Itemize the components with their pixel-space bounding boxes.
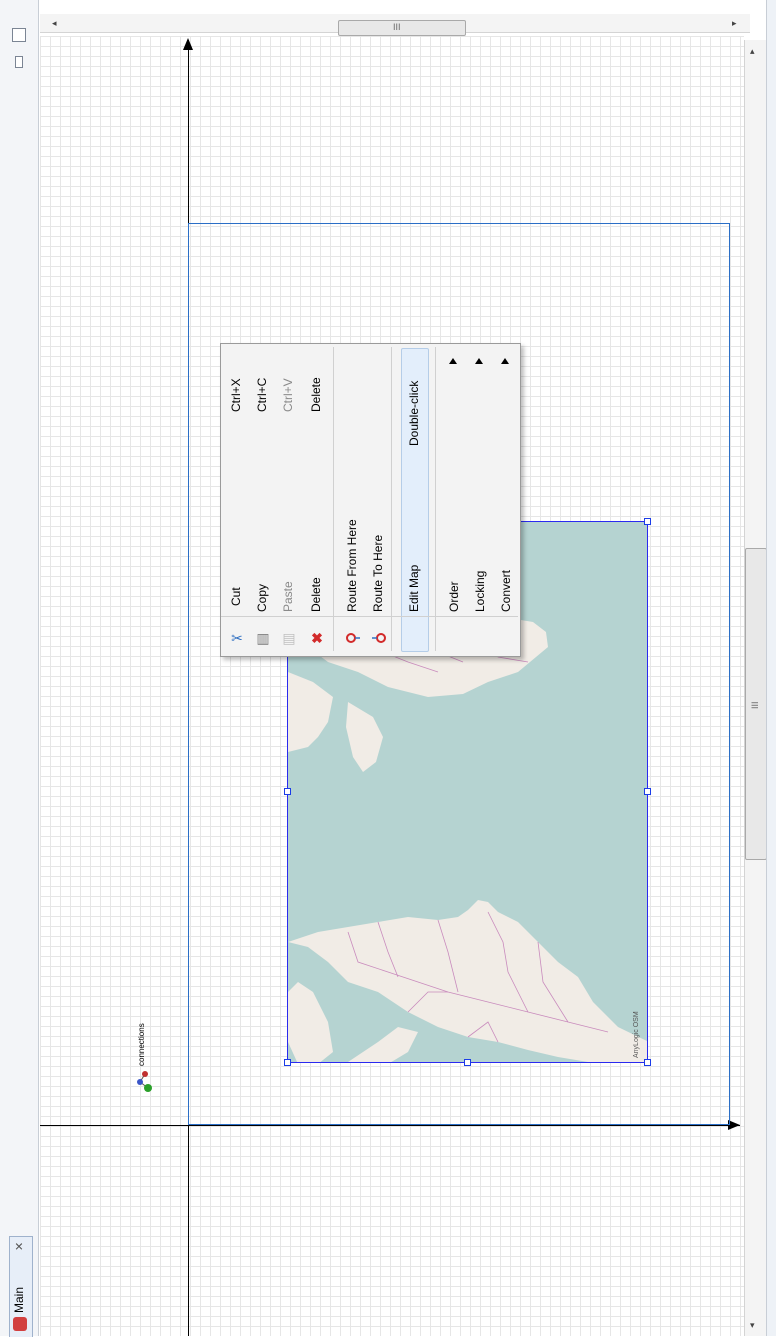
horizontal-scroll-thumb[interactable]: III [338, 20, 466, 36]
resize-handle[interactable] [644, 518, 651, 525]
scissors-icon: ✂ [231, 630, 243, 646]
agent-type-icon [13, 1317, 27, 1331]
resize-handle[interactable] [284, 788, 291, 795]
menu-item-copy-label: Copy [255, 583, 269, 612]
menu-item-convert[interactable]: Convert [495, 344, 519, 654]
menu-item-delete-shortcut: Delete [309, 377, 323, 412]
scroll-grip: III [750, 701, 760, 709]
connections-label[interactable]: connections [137, 1023, 146, 1066]
menu-item-cut-shortcut: Ctrl+X [229, 378, 243, 412]
menu-item-copy-shortcut: Ctrl+C [255, 377, 269, 412]
menu-item-paste[interactable]: ▤ Paste Ctrl+V [277, 344, 301, 654]
scroll-down-arrow-icon[interactable]: ▾ [750, 1320, 755, 1331]
resize-handle[interactable] [644, 788, 651, 795]
menu-item-route-from-here[interactable]: Route From Here [341, 344, 365, 654]
map-attribution: AnyLogic OSM [633, 1011, 640, 1058]
menu-item-paste-shortcut: Ctrl+V [281, 378, 295, 412]
copy-icon: ▥ [256, 630, 270, 646]
close-icon[interactable]: ✕ [13, 1242, 26, 1251]
y-axis-arrow-icon [183, 38, 193, 50]
delete-icon: ✖ [311, 630, 323, 646]
menu-separator [435, 347, 436, 651]
menu-item-copy[interactable]: ▥ Copy Ctrl+C [251, 344, 275, 654]
resize-handle[interactable] [464, 1059, 471, 1066]
menu-item-convert-label: Convert [499, 569, 513, 612]
scroll-left-arrow-icon[interactable]: ◂ [52, 18, 57, 29]
route-from-icon [345, 630, 361, 646]
menu-item-cut-label: Cut [229, 587, 243, 606]
resize-handle[interactable] [644, 1059, 651, 1066]
menu-item-route-from-label: Route From Here [345, 519, 359, 612]
scroll-right-arrow-icon[interactable]: ▸ [732, 18, 737, 29]
menu-item-order-label: Order [447, 581, 461, 612]
menu-separator [391, 347, 392, 651]
menu-item-paste-label: Paste [281, 581, 295, 612]
menu-item-delete-label: Delete [309, 577, 323, 612]
adjacent-panel-edge [766, 0, 776, 1336]
tab-main-label: Main [12, 1286, 26, 1313]
menu-item-locking-label: Locking [473, 570, 487, 612]
menu-item-edit-map[interactable]: Edit Map Double-click [403, 344, 427, 654]
connections-icon[interactable] [135, 1068, 155, 1092]
tab-main[interactable]: Main ✕ [9, 1236, 33, 1337]
minimize-icon[interactable] [15, 56, 23, 68]
scroll-up-arrow-icon[interactable]: ▴ [750, 46, 755, 57]
scroll-grip: III [393, 22, 401, 32]
context-menu: ✂ Cut Ctrl+X ▥ Copy Ctrl+C ▤ Paste Ctrl+… [220, 343, 521, 657]
menu-item-edit-map-label: Edit Map [407, 564, 421, 612]
submenu-arrow-icon [501, 358, 509, 364]
menu-item-edit-map-shortcut: Double-click [407, 380, 421, 446]
submenu-arrow-icon [475, 358, 483, 364]
menu-item-cut[interactable]: ✂ Cut Ctrl+X [225, 344, 249, 654]
menu-item-locking[interactable]: Locking [469, 344, 493, 654]
menu-separator [333, 347, 334, 651]
menu-item-route-to-here[interactable]: Route To Here [367, 344, 391, 654]
x-axis [40, 1125, 740, 1126]
vertical-scroll-thumb[interactable]: III [745, 548, 767, 860]
restore-icon[interactable] [12, 28, 26, 42]
menu-item-delete[interactable]: ✖ Delete Delete [305, 344, 329, 654]
left-trim-bar [0, 0, 39, 1336]
route-to-icon [371, 630, 387, 646]
menu-item-order[interactable]: Order [443, 344, 467, 654]
paste-icon: ▤ [282, 630, 296, 646]
menu-item-route-to-label: Route To Here [371, 534, 385, 612]
resize-handle[interactable] [284, 1059, 291, 1066]
submenu-arrow-icon [449, 358, 457, 364]
